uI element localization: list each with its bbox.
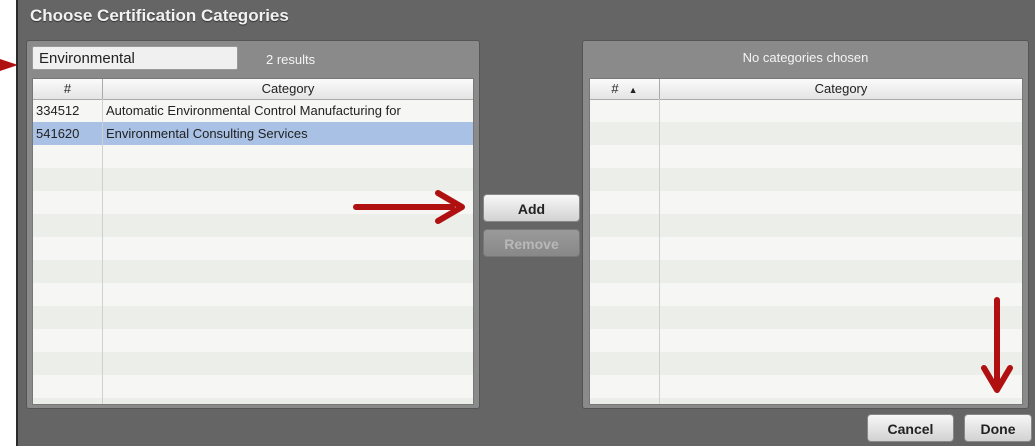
empty-row bbox=[33, 237, 473, 260]
annotation-arrow-to-add bbox=[353, 190, 465, 224]
sort-ascending-icon: ▲ bbox=[628, 85, 638, 95]
empty-row bbox=[33, 375, 473, 398]
table-header: # Category bbox=[33, 79, 473, 100]
column-header-category[interactable]: Category bbox=[103, 79, 473, 99]
empty-row bbox=[590, 99, 1022, 122]
chosen-categories-table[interactable]: # ▲ Category bbox=[589, 78, 1023, 405]
empty-row bbox=[33, 352, 473, 375]
table-row[interactable]: 541620 Environmental Consulting Services bbox=[33, 122, 473, 145]
empty-row bbox=[590, 306, 1022, 329]
chosen-status-text: No categories chosen bbox=[742, 50, 869, 65]
empty-row bbox=[33, 145, 473, 168]
empty-row bbox=[33, 306, 473, 329]
empty-row bbox=[590, 375, 1022, 398]
add-button[interactable]: Add bbox=[483, 194, 580, 222]
column-divider bbox=[659, 99, 660, 404]
done-button[interactable]: Done bbox=[964, 414, 1032, 442]
table-row[interactable]: 334512 Automatic Environmental Control Ma… bbox=[33, 99, 473, 122]
certification-dialog: Choose Certification Categories 2 result… bbox=[16, 0, 1035, 446]
dialog-title: Choose Certification Categories bbox=[30, 6, 289, 25]
empty-row bbox=[590, 260, 1022, 283]
empty-row bbox=[33, 260, 473, 283]
remove-button[interactable]: Remove bbox=[483, 229, 580, 257]
empty-row bbox=[590, 168, 1022, 191]
empty-row bbox=[590, 214, 1022, 237]
column-header-category[interactable]: Category bbox=[660, 79, 1022, 99]
row-category: Automatic Environmental Control Manufact… bbox=[106, 103, 401, 118]
empty-row bbox=[590, 122, 1022, 145]
table-header: # ▲ Category bbox=[590, 79, 1022, 100]
cancel-button[interactable]: Cancel bbox=[867, 414, 954, 442]
column-header-number[interactable]: # ▲ bbox=[590, 79, 660, 99]
empty-row bbox=[590, 237, 1022, 260]
empty-row bbox=[33, 329, 473, 352]
empty-row bbox=[590, 283, 1022, 306]
column-header-number-label: # bbox=[611, 81, 619, 96]
empty-row bbox=[590, 398, 1022, 404]
empty-row bbox=[590, 329, 1022, 352]
empty-row bbox=[33, 168, 473, 191]
empty-row bbox=[590, 145, 1022, 168]
row-category: Environmental Consulting Services bbox=[106, 126, 308, 141]
available-categories-table[interactable]: # Category 334512 Automatic Environmental… bbox=[32, 78, 474, 405]
row-number: 334512 bbox=[36, 103, 80, 118]
column-header-number[interactable]: # bbox=[33, 79, 103, 99]
empty-row bbox=[590, 191, 1022, 214]
category-search-input[interactable] bbox=[32, 46, 238, 70]
empty-row bbox=[33, 283, 473, 306]
results-count: 2 results bbox=[266, 52, 316, 67]
column-divider bbox=[102, 99, 103, 404]
empty-row bbox=[33, 398, 473, 404]
row-number: 541620 bbox=[36, 126, 80, 141]
annotation-arrow-to-done bbox=[981, 297, 1013, 393]
empty-row bbox=[590, 352, 1022, 375]
